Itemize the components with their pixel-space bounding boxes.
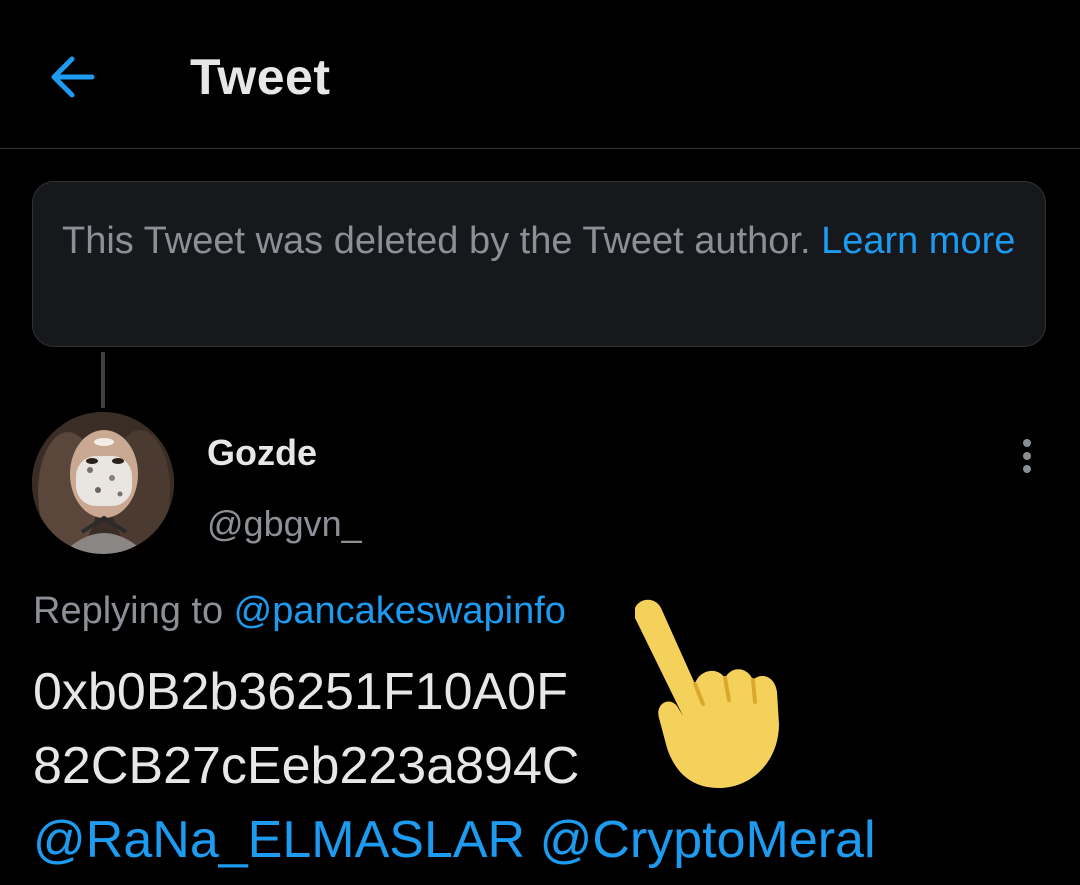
more-vertical-icon — [1023, 439, 1031, 473]
tweet-page: Tweet This Tweet was deleted by the Twee… — [0, 0, 1080, 885]
tweet-text-line-2: 82CB27cEeb223a894C — [33, 737, 580, 795]
deleted-notice-text: This Tweet was deleted by the Tweet auth… — [62, 220, 822, 262]
page-title: Tweet — [190, 49, 331, 105]
mention-rana-link[interactable]: @RaNa_ELMASLAR — [33, 811, 525, 869]
thread-connector-line — [101, 352, 105, 408]
author-name[interactable]: Gozde — [207, 432, 317, 474]
back-button[interactable] — [40, 45, 104, 109]
arrow-left-icon — [51, 56, 95, 98]
tweet-mentions-line: @RaNa_ELMASLAR @CryptoMeral — [33, 803, 1063, 877]
replying-prefix: Replying to — [33, 590, 234, 632]
author-handle[interactable]: @gbgvn_ — [207, 503, 362, 545]
avatar-image — [32, 412, 174, 554]
tweet-text-line-1: 0xb0B2b36251F10A0F — [33, 663, 568, 721]
replying-to-link[interactable]: @pancakeswapinfo — [234, 590, 566, 632]
top-app-bar: Tweet — [0, 0, 1080, 149]
tweet-text: 0xb0B2b36251F10A0F 82CB27cEeb223a894C @R… — [33, 655, 1063, 877]
avatar[interactable] — [32, 412, 174, 554]
mention-cryptomeral-link[interactable]: @CryptoMeral — [540, 811, 876, 869]
learn-more-link[interactable]: Learn more — [821, 220, 1015, 262]
deleted-tweet-notice: This Tweet was deleted by the Tweet auth… — [32, 181, 1046, 347]
replying-to-line: Replying to @pancakeswapinfo — [33, 590, 566, 633]
pointing-hand-icon — [635, 599, 779, 788]
more-options-button[interactable] — [1010, 435, 1044, 479]
